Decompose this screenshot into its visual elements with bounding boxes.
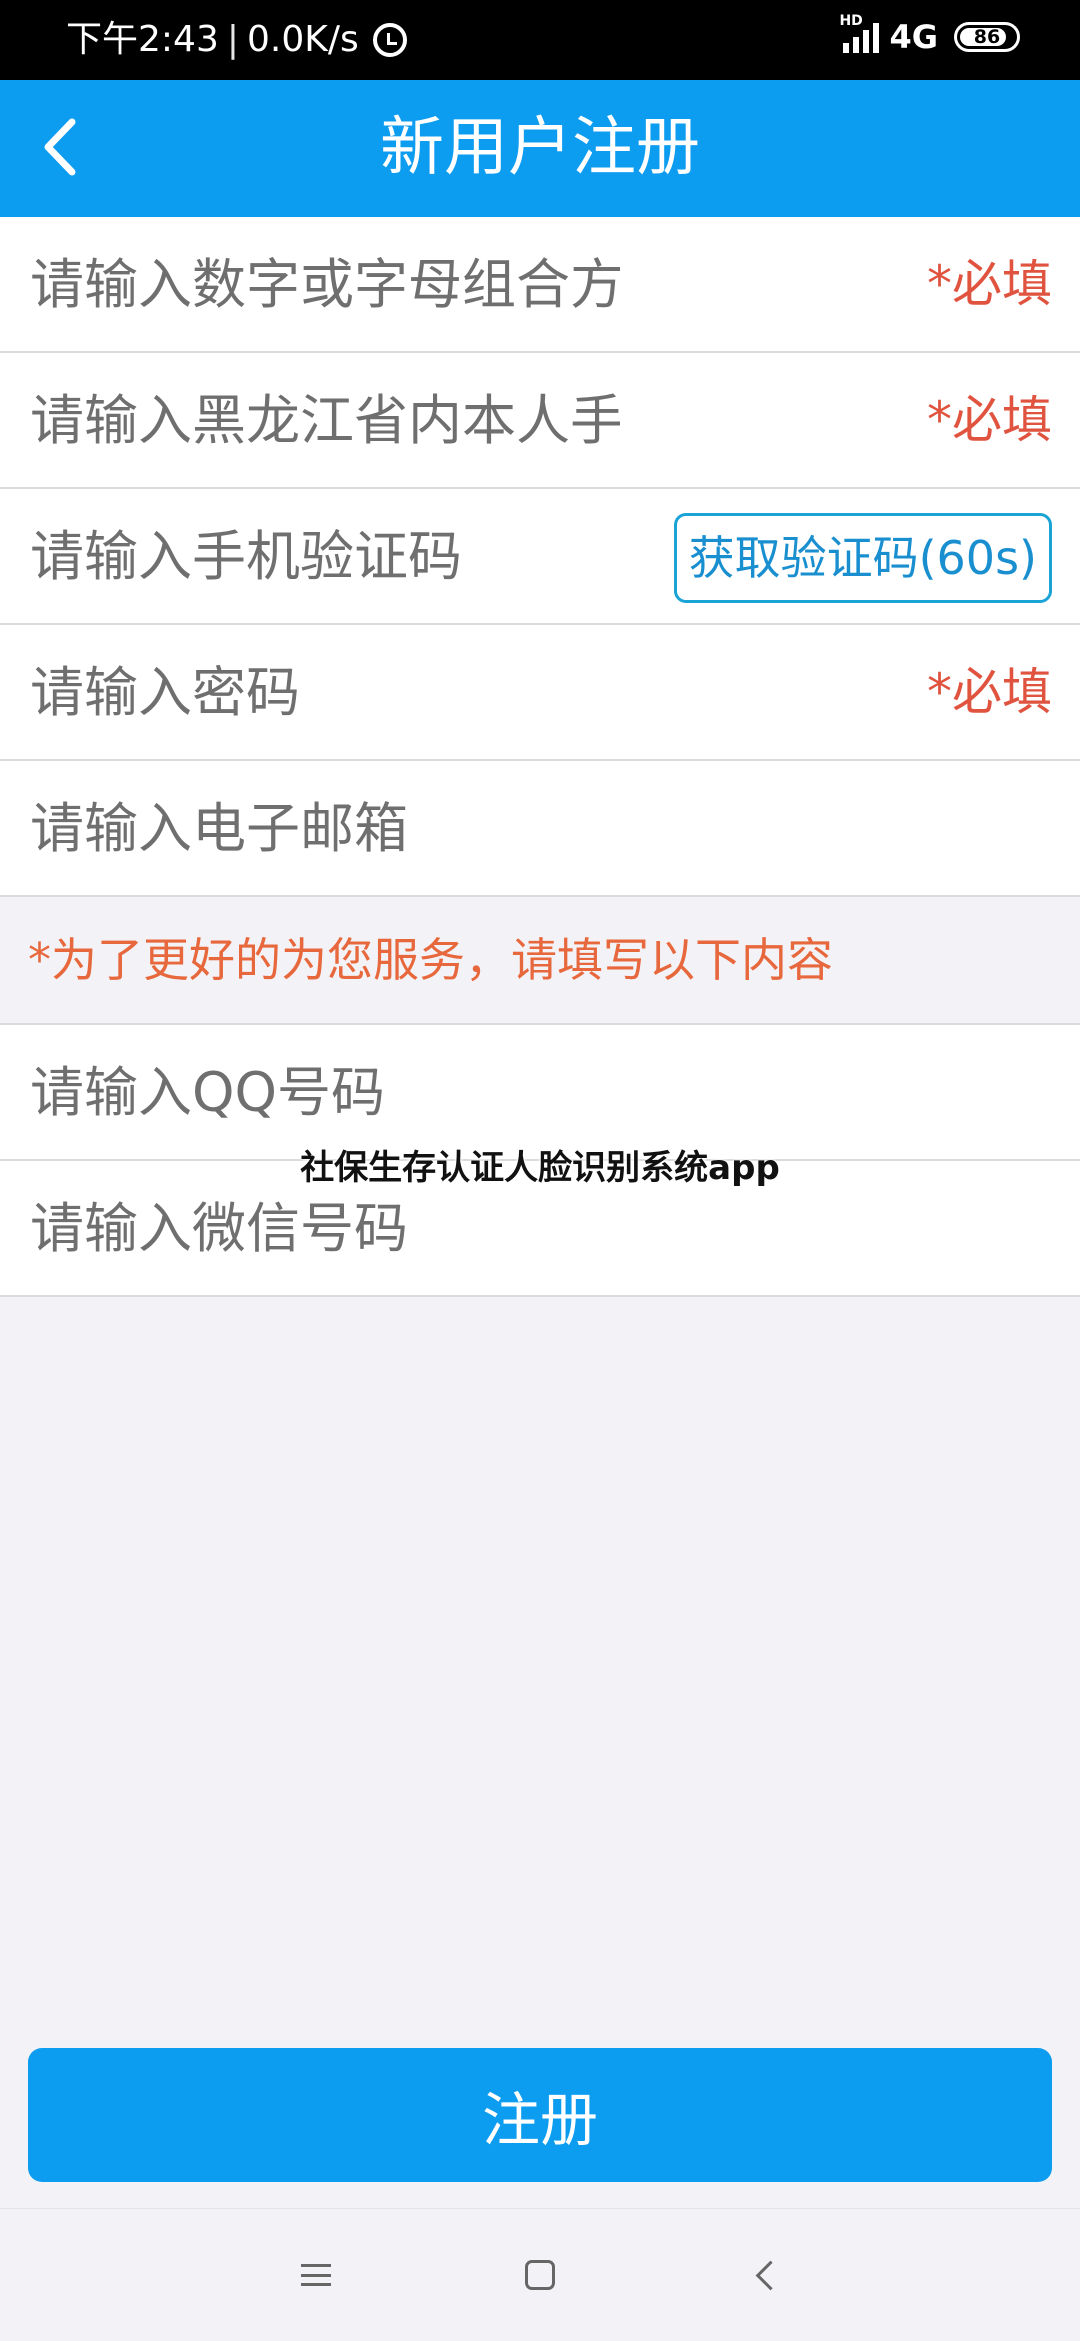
menu-button[interactable] (286, 2245, 346, 2305)
phone-required-label: *必填 (927, 391, 1052, 449)
status-left: 下午2:43 | 0.0K/s (66, 16, 407, 64)
username-row: *必填 (0, 217, 1080, 353)
email-input[interactable] (30, 761, 890, 895)
wechat-row (0, 1161, 1080, 1297)
signal-icon: HD (839, 13, 880, 53)
phone-input[interactable] (30, 353, 620, 487)
navigation-bar (0, 2208, 1080, 2341)
app-bar: 新用户注册 (0, 80, 1080, 217)
battery-level: 86 (973, 26, 1001, 48)
password-row: *必填 (0, 625, 1080, 761)
menu-icon (301, 2264, 331, 2286)
page-title: 新用户注册 (380, 111, 700, 185)
back-button[interactable] (736, 2245, 796, 2305)
username-input[interactable] (30, 217, 620, 351)
email-row (0, 761, 1080, 897)
sms-code-input[interactable] (30, 489, 620, 623)
alarm-clock-icon (372, 23, 407, 57)
network-type: 4G (889, 18, 938, 56)
password-input[interactable] (30, 625, 620, 759)
username-required-label: *必填 (927, 255, 1052, 313)
home-square-icon (525, 2260, 555, 2290)
battery-icon: 86 (954, 22, 1020, 52)
phone-row: *必填 (0, 353, 1080, 489)
register-button[interactable]: 注册 (28, 2048, 1052, 2182)
status-bar: 下午2:43 | 0.0K/s HD 4G 86 (0, 0, 1080, 80)
password-required-label: *必填 (927, 663, 1052, 721)
qq-input[interactable] (30, 1025, 890, 1159)
optional-notice: *为了更好的为您服务，请填写以下内容 (0, 897, 1080, 1025)
sms-code-row: 获取验证码(60s) (0, 489, 1080, 625)
network-speed: 0.0K/s (246, 19, 359, 60)
get-code-button[interactable]: 获取验证码(60s) (673, 513, 1052, 603)
status-right: HD 4G 86 (839, 13, 1020, 56)
hd-label: HD (839, 13, 863, 29)
wechat-input[interactable] (30, 1161, 890, 1295)
qq-row (0, 1025, 1080, 1161)
status-separator: | (226, 19, 239, 60)
status-time: 下午2:43 (66, 19, 219, 60)
back-triangle-icon (755, 2260, 785, 2290)
home-button[interactable] (510, 2245, 570, 2305)
registration-form: *必填 *必填 获取验证码(60s) *必填 *为了更好的为您服务，请填写以下内… (0, 217, 1080, 1297)
